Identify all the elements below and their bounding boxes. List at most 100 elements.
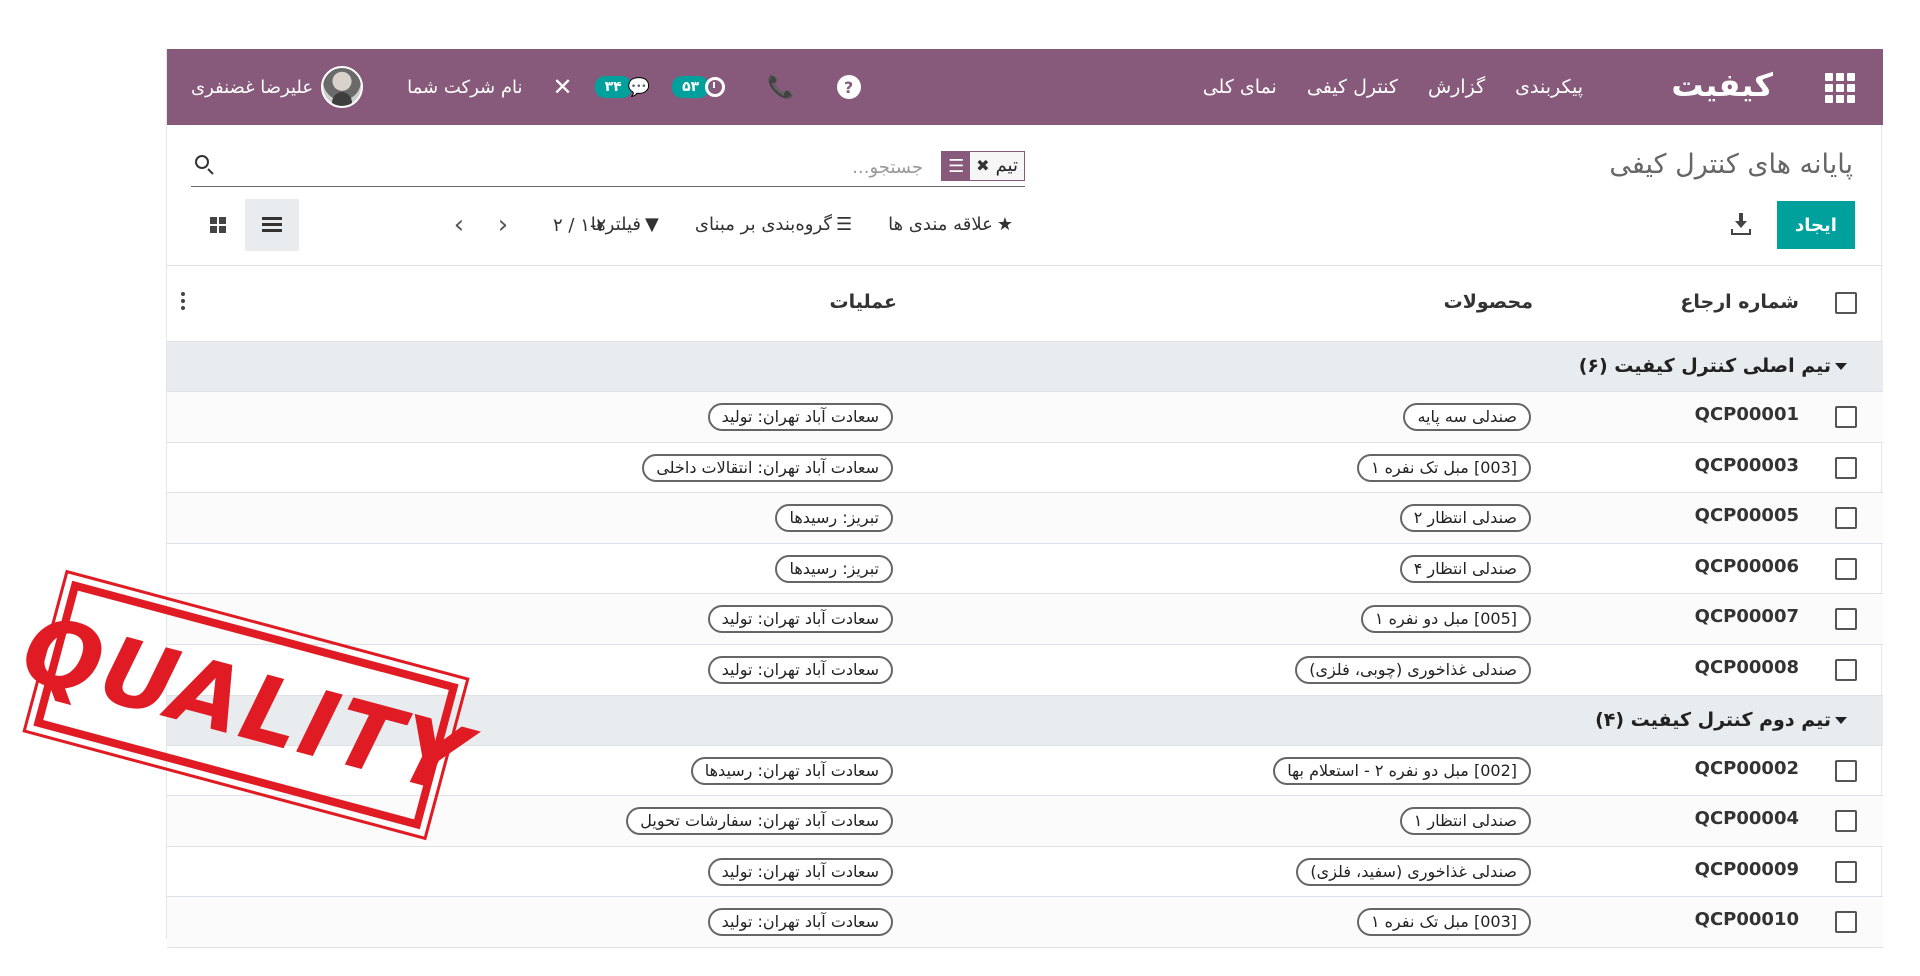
table-row[interactable]: QCP00010 [003] مبل تک نفره ۱ سعادت آباد ته… (167, 897, 1883, 948)
top-navbar: کیفیت نمای کلی کنترل کیفی گزارش پیکربندی… (167, 49, 1883, 125)
row-checkbox[interactable] (1835, 810, 1857, 833)
product-tag: صندلی سه پایه (1403, 403, 1531, 431)
table-row[interactable]: QCP00006 صندلی انتظار ۴ تبریز: رسیدها (167, 544, 1883, 595)
favorites-toggle[interactable]: ★ علاقه مندی ها (888, 209, 1013, 241)
messages-count-badge: ۳۴ (594, 76, 632, 98)
main-menu: نمای کلی کنترل کیفی گزارش پیکربندی (1203, 71, 1583, 103)
search-bar: ☰ تیم ✖ (191, 145, 1025, 187)
menu-item-overview[interactable]: نمای کلی (1203, 71, 1277, 103)
table-row[interactable]: QCP00009 صندلی غذاخوری (سفید، فلزی) سعادت … (167, 847, 1883, 898)
search-input[interactable] (305, 153, 925, 181)
table-row[interactable]: QCP00003 [003] مبل تک نفره ۱ سعادت آباد ته… (167, 443, 1883, 494)
search-options: ▼ فیلترها ☰ گروه‌بندی بر مبنای ★ علاقه م… (591, 209, 1013, 241)
group-by-toggle[interactable]: ☰ گروه‌بندی بر مبنای (695, 209, 852, 241)
reference-cell: QCP00008 (1694, 656, 1799, 678)
table-row[interactable]: QCP00001 صندلی سه پایه سعادت آباد تهران: ت… (167, 392, 1883, 443)
download-icon[interactable] (1731, 213, 1751, 235)
facet-value: تیم ✖ (970, 152, 1024, 180)
list-icon (262, 217, 282, 233)
menu-item-configuration[interactable]: پیکربندی (1515, 71, 1583, 103)
company-switcher[interactable]: نام شرکت شما (407, 77, 522, 98)
search-facet-team[interactable]: ☰ تیم ✖ (941, 151, 1025, 181)
row-checkbox[interactable] (1835, 658, 1857, 681)
product-tag: صندلی انتظار ۲ (1399, 504, 1531, 533)
header-operations[interactable]: عملیات (830, 290, 897, 314)
operation-tag: سعادت آباد تهران: تولید (707, 605, 893, 634)
messaging-menu[interactable]: ۳۴ 💬 (594, 76, 651, 98)
table-header: شماره ارجاع محصولات عملیات (167, 266, 1883, 342)
product-tag: [002] مبل دو نفره ۲ - استعلام بها (1273, 756, 1531, 785)
table-row[interactable]: QCP00007 [005] مبل دو نفره ۱ سعادت آباد ته… (167, 594, 1883, 645)
help-icon[interactable]: ? (836, 75, 861, 99)
row-checkbox[interactable] (1835, 608, 1857, 631)
activity-count-badge: ۵۳ (672, 76, 710, 98)
product-tag: [003] مبل تک نفره ۱ (1356, 453, 1531, 482)
row-checkbox[interactable] (1835, 456, 1857, 479)
row-checkbox[interactable] (1835, 759, 1857, 782)
view-switcher (191, 199, 299, 251)
group-by-label: گروه‌بندی بر مبنای (694, 214, 832, 235)
reference-cell: QCP00003 (1694, 454, 1799, 476)
pager-next-icon[interactable]: › (481, 209, 525, 241)
clock-icon (705, 77, 726, 97)
product-tag: صندلی انتظار ۱ (1399, 807, 1531, 836)
menu-item-reporting[interactable]: گزارش (1428, 71, 1485, 103)
systray: علیرضا غضنفری نام شرکت شما ✕ ۳۴ 💬 ۵۳ 📞 ? (191, 63, 861, 111)
search-icon[interactable] (195, 155, 209, 169)
operation-tag: سعادت آباد تهران: تولید (707, 403, 893, 431)
row-checkbox[interactable] (1835, 406, 1857, 428)
group-by-icon: ☰ (835, 214, 853, 235)
caret-down-icon (1835, 363, 1847, 370)
facet-remove-icon[interactable]: ✖ (976, 152, 989, 180)
group-label: تیم اصلی کنترل کیفیت (۶) (1578, 355, 1831, 377)
apps-menu-icon[interactable] (1825, 73, 1855, 103)
reference-cell: QCP00001 (1694, 404, 1799, 425)
user-menu[interactable]: علیرضا غضنفری (191, 66, 364, 108)
user-name: علیرضا غضنفری (191, 76, 314, 98)
pager: ‹ › ۱-۲ / ۲ (437, 209, 606, 241)
product-tag: [003] مبل تک نفره ۱ (1356, 908, 1531, 937)
row-checkbox[interactable] (1835, 507, 1857, 530)
product-tag: صندلی غذاخوری (چوبی، فلزی) (1295, 655, 1531, 684)
group-label: تیم دوم کنترل کیفیت (۴) (1595, 708, 1831, 731)
user-avatar (321, 66, 364, 108)
operation-tag: تبریز: رسیدها (775, 554, 893, 583)
activity-menu[interactable]: ۵۳ (672, 76, 726, 98)
create-button[interactable]: ایجاد (1777, 201, 1855, 249)
row-checkbox[interactable] (1835, 557, 1857, 580)
filter-icon: ▼ (645, 214, 659, 235)
pager-previous-icon[interactable]: ‹ (437, 209, 481, 241)
phone-icon[interactable]: 📞 (767, 75, 794, 100)
list-view-button[interactable] (245, 199, 299, 251)
reference-cell: QCP00002 (1694, 757, 1799, 779)
menu-item-quality-control[interactable]: کنترل کیفی (1307, 71, 1398, 103)
optional-columns-icon[interactable] (181, 292, 185, 310)
row-checkbox[interactable] (1835, 911, 1857, 934)
star-icon: ★ (996, 214, 1013, 235)
reference-cell: QCP00005 (1694, 505, 1799, 527)
select-all-checkbox[interactable] (1835, 292, 1857, 314)
product-tag: [005] مبل دو نفره ۱ (1360, 605, 1531, 634)
operation-tag: سعادت آباد تهران: تولید (707, 857, 893, 886)
operation-tag: تبریز: رسیدها (775, 504, 893, 533)
chat-bubbles-icon: 💬 (627, 76, 651, 98)
row-checkbox[interactable] (1835, 860, 1857, 883)
debug-tools-icon[interactable]: ✕ (552, 73, 572, 101)
quality-points-table: شماره ارجاع محصولات عملیات تیم اصلی کنتر… (167, 265, 1883, 948)
kanban-icon (210, 217, 226, 233)
caret-down-icon (1835, 716, 1847, 724)
group-row[interactable]: تیم اصلی کنترل کیفیت (۶) (167, 342, 1883, 392)
pager-value[interactable]: ۱-۲ / ۲ (553, 215, 606, 236)
kanban-view-button[interactable] (191, 199, 245, 251)
reference-cell: QCP00009 (1694, 858, 1799, 880)
table-row[interactable]: QCP00005 صندلی انتظار ۲ تبریز: رسیدها (167, 493, 1883, 544)
page-title: پایانه های کنترل کیفی (1609, 149, 1853, 180)
operation-tag: سعادت آباد تهران: رسیدها (690, 756, 893, 785)
operation-tag: سعادت آباد تهران: تولید (707, 908, 893, 937)
header-products[interactable]: محصولات (1444, 290, 1533, 314)
app-brand[interactable]: کیفیت (1671, 65, 1773, 105)
favorites-label: علاقه مندی ها (888, 214, 993, 235)
operation-tag: سعادت آباد تهران: انتقالات داخلی (642, 453, 893, 482)
header-reference[interactable]: شماره ارجاع (1680, 290, 1799, 314)
product-tag: صندلی انتظار ۴ (1399, 554, 1531, 583)
